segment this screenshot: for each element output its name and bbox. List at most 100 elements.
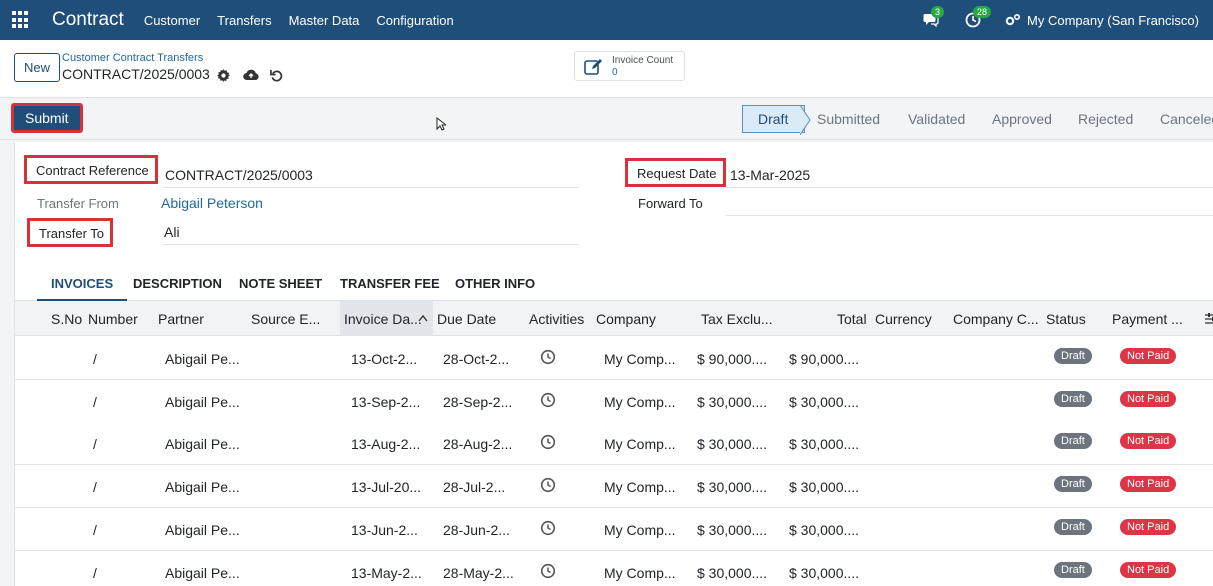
table-row[interactable]: / Abigail Pe... 13-Jun-2... 28-Jun-2... My C…: [15, 507, 1213, 551]
pencil-square-icon: [584, 59, 602, 75]
cell-number: /: [93, 351, 97, 367]
stage-validated[interactable]: Validated: [908, 105, 965, 133]
table-row[interactable]: / Abigail Pe... 13-Oct-2... 28-Oct-2... My C…: [15, 337, 1213, 380]
cell-company: My Comp...: [604, 521, 676, 538]
cell-invoice-date: 13-Sep-2...: [351, 393, 421, 410]
tab-invoices[interactable]: INVOICES: [37, 276, 128, 301]
table-row[interactable]: / Abigail Pe... 13-Aug-2... 28-Aug-2... My C…: [15, 422, 1213, 466]
invoice-count-button[interactable]: Invoice Count 0: [574, 51, 685, 81]
menu-customer[interactable]: Customer: [144, 13, 200, 28]
col-tax-excluded[interactable]: Tax Exclu...: [701, 311, 773, 327]
request-date-label: Request Date: [625, 158, 726, 187]
col-status[interactable]: Status: [1046, 311, 1086, 327]
messages-button[interactable]: 3: [921, 6, 945, 30]
stage-submitted[interactable]: Submitted: [817, 105, 880, 133]
cell-tax-excluded: $ 90,000....: [697, 351, 768, 367]
status-badge: Draft: [1054, 433, 1092, 450]
payment-badge: Not Paid: [1120, 433, 1177, 450]
new-button[interactable]: New: [14, 53, 61, 82]
table-row[interactable]: / Abigail Pe... 13-Sep-2... 28-Sep-2... My C…: [15, 379, 1213, 423]
col-company[interactable]: Company: [596, 311, 656, 327]
clock-icon[interactable]: [540, 434, 556, 450]
tab-note-sheet[interactable]: NOTE SHEET: [239, 276, 322, 301]
col-partner[interactable]: Partner: [158, 311, 204, 327]
clock-icon[interactable]: [540, 520, 556, 536]
invoice-count-value: 0: [612, 67, 618, 78]
cell-total: $ 30,000....: [789, 479, 860, 496]
transfer-to-value[interactable]: Ali: [164, 224, 180, 240]
payment-badge: Not Paid: [1120, 348, 1177, 364]
transfer-from-value[interactable]: Abigail Peterson: [161, 195, 263, 211]
tab-description[interactable]: DESCRIPTION: [133, 276, 222, 301]
gear-icon[interactable]: [215, 67, 231, 83]
company-switcher[interactable]: My Company (San Francisco): [1027, 13, 1199, 28]
transfer-to-underline: [163, 244, 579, 245]
submit-button[interactable]: Submit: [11, 103, 83, 133]
col-source[interactable]: Source E...: [251, 311, 320, 327]
menu-transfers[interactable]: Transfers: [217, 13, 271, 28]
stage-draft[interactable]: Draft: [742, 105, 806, 133]
table-row[interactable]: / Abigail Pe... 13-Jul-20... 28-Jul-2... My …: [15, 465, 1213, 509]
cell-invoice-date: 13-May-2...: [351, 564, 422, 581]
clock-icon[interactable]: [540, 392, 556, 408]
stage-rejected[interactable]: Rejected: [1078, 105, 1133, 133]
payment-badge: Not Paid: [1120, 561, 1177, 578]
col-due-date[interactable]: Due Date: [437, 311, 496, 327]
mouse-cursor-icon: [436, 117, 446, 131]
cell-company: My Comp...: [604, 564, 676, 581]
apps-grid-icon[interactable]: [12, 11, 30, 29]
form-sheet: Contract Reference CONTRACT/2025/0003 Tr…: [14, 142, 1213, 586]
cloud-upload-icon[interactable]: [243, 67, 259, 83]
cell-tax-excluded: $ 30,000....: [697, 436, 768, 453]
tab-other-info[interactable]: OTHER INFO: [455, 276, 535, 301]
gears-icon[interactable]: [1005, 13, 1021, 27]
cell-partner: Abigail Pe...: [165, 436, 240, 453]
col-currency[interactable]: Currency: [875, 311, 932, 327]
cell-due-date: 28-Oct-2...: [443, 351, 510, 367]
table-row[interactable]: / Abigail Pe... 13-May-2... 28-May-2... My C…: [15, 550, 1213, 586]
cell-due-date: 28-Jul-2...: [443, 479, 506, 496]
cell-total: $ 30,000....: [789, 436, 860, 453]
stage-canceled[interactable]: Canceled: [1160, 105, 1213, 133]
cell-number: /: [93, 479, 97, 496]
col-payment[interactable]: Payment ...: [1112, 311, 1183, 327]
col-number[interactable]: Number: [88, 311, 138, 327]
contract-reference-value[interactable]: CONTRACT/2025/0003: [165, 167, 313, 183]
payment-badge: Not Paid: [1120, 390, 1177, 407]
clock-icon[interactable]: [540, 349, 556, 365]
tab-transfer-fee[interactable]: TRANSFER FEE: [340, 276, 440, 301]
cell-number: /: [93, 436, 97, 453]
app-title[interactable]: Contract: [52, 9, 124, 31]
sliders-icon[interactable]: [1205, 312, 1213, 326]
request-date-underline: [726, 187, 1213, 188]
cell-tax-excluded: $ 30,000....: [697, 564, 768, 581]
clock-icon[interactable]: [540, 477, 556, 493]
col-invoice-date[interactable]: Invoice Da...: [344, 311, 422, 327]
cell-tax-excluded: $ 30,000....: [697, 521, 768, 538]
col-activities[interactable]: Activities: [529, 311, 584, 327]
cell-total: $ 30,000....: [789, 521, 860, 538]
col-total[interactable]: Total: [837, 311, 867, 327]
cell-total: $ 90,000....: [789, 351, 860, 367]
menu-configuration[interactable]: Configuration: [376, 13, 453, 28]
cell-due-date: 28-Sep-2...: [443, 393, 513, 410]
menu-master-data[interactable]: Master Data: [289, 13, 360, 28]
payment-badge: Not Paid: [1120, 518, 1177, 535]
request-date-value[interactable]: 13-Mar-2025: [730, 167, 810, 183]
cell-invoice-date: 13-Aug-2...: [351, 436, 421, 453]
stage-approved[interactable]: Approved: [992, 105, 1052, 133]
breadcrumb-parent-link[interactable]: Customer Contract Transfers: [62, 52, 203, 64]
col-sno[interactable]: S.No: [51, 311, 82, 327]
cell-invoice-date: 13-Jun-2...: [351, 521, 418, 538]
cell-partner: Abigail Pe...: [165, 393, 240, 410]
transfer-from-label: Transfer From: [37, 196, 119, 211]
messages-count-badge: 3: [931, 6, 945, 18]
undo-icon[interactable]: [268, 67, 284, 83]
activities-button[interactable]: 28: [963, 6, 992, 30]
cell-company: My Comp...: [604, 436, 676, 453]
navbar-systray: 3 28 My Company (San Francisco): [921, 0, 1199, 40]
cell-company: My Comp...: [604, 351, 676, 367]
contract-reference-label: Contract Reference: [24, 155, 158, 184]
clock-icon[interactable]: [540, 563, 556, 579]
col-company-currency[interactable]: Company C...: [953, 311, 1039, 327]
